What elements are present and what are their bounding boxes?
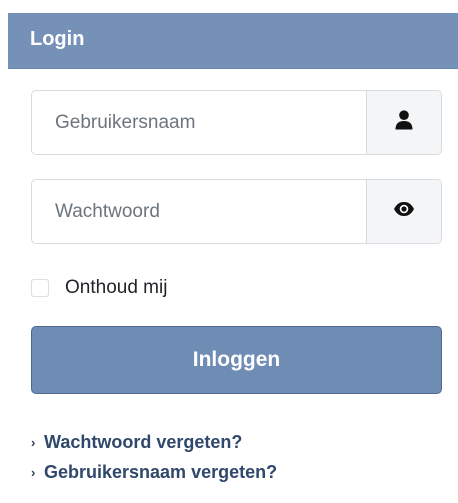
login-button[interactable]: Inloggen — [31, 326, 442, 394]
chevron-right-icon: › — [31, 464, 36, 480]
card-title: Login — [30, 28, 85, 50]
card-header: Login — [8, 13, 458, 69]
remember-me-checkbox[interactable] — [31, 279, 49, 297]
username-input[interactable] — [32, 91, 366, 154]
chevron-right-icon: › — [31, 434, 36, 450]
help-links: › Wachtwoord vergeten? › Gebruikersnaam … — [31, 429, 277, 489]
remember-me-label[interactable]: Onthoud mij — [65, 277, 167, 299]
password-visibility-toggle[interactable] — [366, 180, 441, 243]
remember-me: Onthoud mij — [31, 277, 167, 299]
forgot-username-link[interactable]: › Gebruikersnaam vergeten? — [31, 459, 277, 485]
forgot-password-label[interactable]: Wachtwoord vergeten? — [44, 432, 242, 453]
eye-icon — [393, 201, 415, 222]
username-addon — [366, 91, 441, 154]
login-card: Login Onthoud mij — [8, 13, 458, 503]
password-input[interactable] — [32, 180, 366, 243]
forgot-username-label[interactable]: Gebruikersnaam vergeten? — [44, 462, 277, 483]
user-icon — [395, 110, 413, 135]
username-input-group — [31, 90, 442, 155]
password-input-group — [31, 179, 442, 244]
forgot-password-link[interactable]: › Wachtwoord vergeten? — [31, 429, 277, 455]
